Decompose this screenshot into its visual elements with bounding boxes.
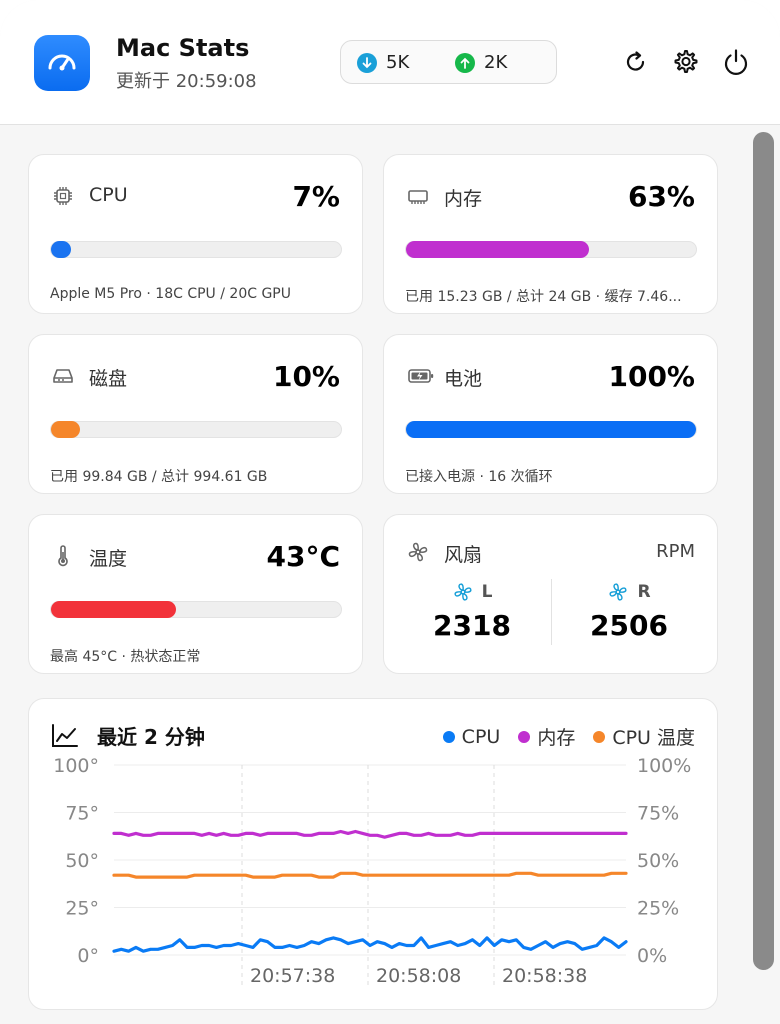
- memory-progress-fill: [406, 241, 589, 258]
- disk-drive-icon: [53, 369, 73, 383]
- fan-left: L 2318: [412, 581, 532, 642]
- cpu-detail: Apple M5 Pro · 18C CPU / 20C GPU: [50, 286, 292, 302]
- y-tick-label-right: 50%: [637, 850, 679, 872]
- fan-right-label: R: [637, 582, 651, 602]
- y-tick-label-left: 100°: [53, 755, 99, 777]
- memory-value: 63%: [627, 180, 695, 213]
- gear-icon: [674, 50, 698, 73]
- cpu-progress-bar: [50, 241, 342, 258]
- upload-arrow-icon: [455, 52, 475, 73]
- refresh-button[interactable]: [620, 46, 652, 78]
- y-tick-label-left: 50°: [65, 850, 99, 872]
- memory-icon: [408, 190, 428, 204]
- app-window: Mac Stats 更新于 20:59:08 5K 2K CPU 7% Appl…: [0, 0, 780, 1024]
- fan-label: 风扇: [444, 544, 483, 566]
- series-line-2: [112, 871, 628, 879]
- temperature-value: 43°C: [266, 540, 340, 573]
- fan-unit: RPM: [656, 541, 695, 562]
- cpu-value: 7%: [292, 180, 340, 213]
- network-speed-pill: 5K 2K: [340, 40, 557, 84]
- history-chart-card: 最近 2 分钟 CPU 内存 CPU 温度 100° 100% 75° 75% 50° 5…: [28, 698, 718, 1010]
- fan-right-icon: [609, 583, 627, 601]
- disk-card: 磁盘 10% 已用 99.84 GB / 总计 994.61 GB: [28, 334, 363, 494]
- battery-progress-fill: [406, 421, 696, 438]
- scrollbar-thumb[interactable]: [753, 132, 774, 970]
- fan-right-rpm: 2506: [590, 609, 668, 642]
- fan-icon: [408, 542, 428, 562]
- cpu-card: CPU 7% Apple M5 Pro · 18C CPU / 20C GPU: [28, 154, 363, 314]
- fan-left-label: L: [481, 582, 493, 602]
- fan-right: R 2506: [569, 581, 689, 642]
- y-tick-label-right: 0%: [637, 945, 667, 967]
- app-title: Mac Stats: [116, 34, 250, 62]
- disk-value: 10%: [272, 360, 340, 393]
- temperature-label: 温度: [89, 548, 128, 570]
- download-speed: 5K: [357, 52, 409, 73]
- temperature-card: 温度 43°C 最高 45°C · 热状态正常: [28, 514, 363, 674]
- power-icon: [724, 49, 748, 75]
- chip-icon: [54, 187, 72, 205]
- temperature-progress-bar: [50, 601, 342, 618]
- battery-label: 电池: [444, 368, 483, 390]
- gauge-icon: [34, 35, 90, 91]
- memory-card: 内存 63% 已用 15.23 GB / 总计 24 GB · 缓存 7.46.…: [383, 154, 718, 314]
- disk-detail: 已用 99.84 GB / 总计 994.61 GB: [50, 469, 268, 485]
- cpu-label: CPU: [89, 184, 128, 206]
- fan-left-rpm: 2318: [433, 609, 511, 642]
- memory-progress-bar: [405, 241, 697, 258]
- header: Mac Stats 更新于 20:59:08 5K 2K: [0, 0, 780, 125]
- download-arrow-icon: [357, 52, 377, 73]
- upload-value: 2K: [484, 52, 508, 73]
- fan-left-icon: [454, 583, 472, 601]
- fan-divider: [551, 579, 552, 645]
- disk-label: 磁盘: [89, 368, 128, 390]
- history-line-chart: 100° 100% 75° 75% 50° 50% 25° 25% 0° 0% 20:57:38 20…: [53, 755, 691, 989]
- x-tick-label: 20:58:38: [502, 965, 587, 987]
- x-tick-label: 20:57:38: [250, 965, 335, 987]
- y-tick-label-left: 75°: [65, 803, 99, 825]
- battery-detail: 已接入电源 · 16 次循环: [405, 469, 553, 485]
- series-line-0: [112, 936, 628, 953]
- fan-card: 风扇 RPM L 2318 R 2506: [383, 514, 718, 674]
- y-tick-label-right: 75%: [637, 803, 679, 825]
- y-tick-label-left: 25°: [65, 898, 99, 920]
- disk-progress-fill: [51, 421, 80, 438]
- memory-detail: 已用 15.23 GB / 总计 24 GB · 缓存 7.46...: [405, 289, 682, 305]
- update-time: 更新于 20:59:08: [116, 71, 257, 92]
- download-value: 5K: [386, 52, 410, 73]
- settings-button[interactable]: [669, 46, 701, 78]
- thermometer-icon: [58, 545, 68, 567]
- y-tick-label-right: 100%: [637, 755, 691, 777]
- refresh-icon: [626, 51, 645, 71]
- disk-progress-bar: [50, 421, 342, 438]
- temperature-detail: 最高 45°C · 热状态正常: [50, 649, 201, 665]
- x-tick-label: 20:58:08: [376, 965, 461, 987]
- cpu-progress-fill: [51, 241, 72, 258]
- y-tick-label-left: 0°: [77, 945, 99, 967]
- battery-card: 电池 100% 已接入电源 · 16 次循环: [383, 334, 718, 494]
- power-button[interactable]: [720, 46, 752, 78]
- battery-value: 100%: [608, 360, 695, 393]
- battery-progress-bar: [405, 421, 697, 438]
- upload-speed: 2K: [455, 52, 507, 73]
- battery-charging-icon: [408, 369, 434, 383]
- y-tick-label-right: 25%: [637, 898, 679, 920]
- temperature-progress-fill: [51, 601, 176, 618]
- series-line-1: [112, 829, 628, 839]
- memory-label: 内存: [444, 188, 483, 210]
